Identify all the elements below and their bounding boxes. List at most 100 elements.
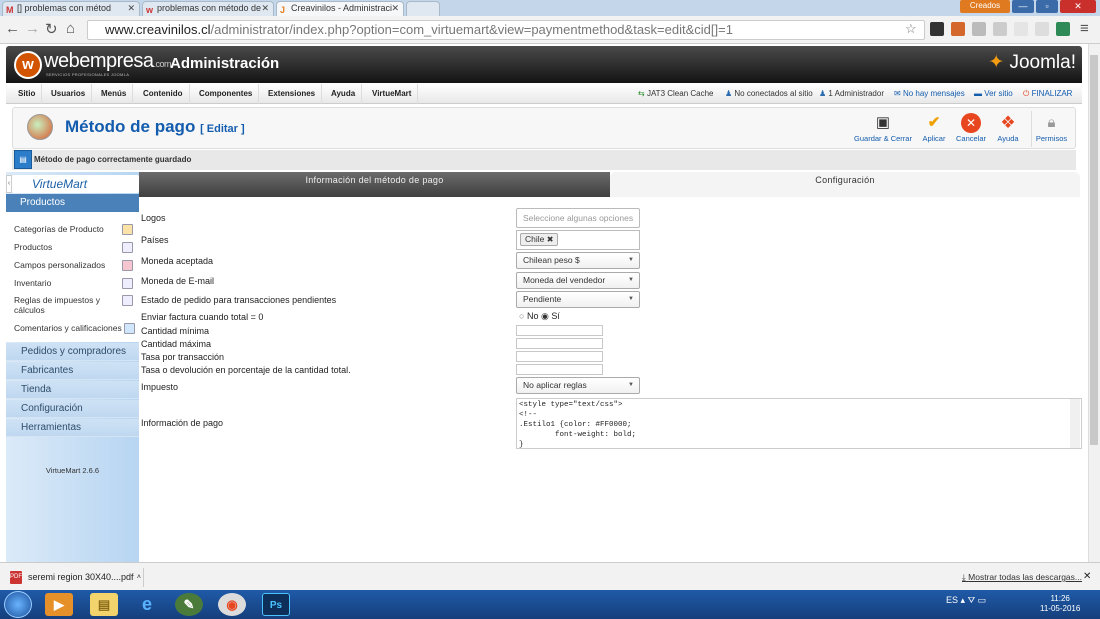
extension-icon[interactable] — [1035, 22, 1049, 36]
language-indicator[interactable]: ES — [946, 595, 958, 605]
email-currency-select[interactable]: Moneda del vendedor ▼ — [516, 272, 640, 289]
photoshop-icon[interactable]: Ps — [262, 593, 290, 616]
calculator-icon — [122, 295, 133, 306]
forward-icon[interactable]: → — [25, 20, 40, 37]
new-tab-button[interactable] — [406, 1, 440, 16]
jat3-clean-cache-link[interactable]: ⇆ JAT3 Clean Cache — [638, 84, 714, 104]
logout-link[interactable]: ⏻ FINALIZAR — [1023, 84, 1072, 104]
sidebar-section-fabricantes[interactable]: Fabricantes — [6, 362, 139, 380]
sidebar-section-tienda[interactable]: Tienda — [6, 381, 139, 399]
sidebar-section-herramientas[interactable]: Herramientas — [6, 419, 139, 437]
sidebar-section-pedidos[interactable]: Pedidos y compradores — [6, 343, 139, 361]
power-icon: ⏻ — [1023, 89, 1030, 98]
browser-tab-forum[interactable]: w problemas con método de ✕ — [142, 1, 274, 16]
file-explorer-icon[interactable]: ▤ — [90, 593, 118, 616]
chevron-up-icon[interactable]: ˄ — [137, 568, 141, 587]
menu-sitio[interactable]: Sitio — [12, 84, 43, 104]
home-icon[interactable]: ⌂ — [66, 20, 75, 37]
mail-icon: ✉ — [894, 89, 901, 98]
app-icon[interactable]: ✎ — [175, 593, 203, 616]
countries-select[interactable]: Chile ✖ — [516, 230, 640, 250]
close-icon[interactable]: ✕ — [261, 2, 269, 15]
remove-chip-icon[interactable]: ✖ — [547, 235, 554, 244]
save-close-button[interactable]: ▣ Guardar & Cerrar — [851, 111, 915, 147]
sidebar-section-configuracion[interactable]: Configuración — [6, 400, 139, 418]
page-subtitle: [ Editar ] — [200, 123, 245, 135]
network-icon[interactable]: ⛛ — [968, 595, 976, 605]
bookmark-star-icon[interactable]: ☆ — [905, 21, 917, 37]
battery-icon[interactable]: ▭ — [978, 595, 987, 605]
browser-tab-gmail[interactable]: M [] problemas con métod ✕ — [2, 1, 140, 16]
permissions-button[interactable]: 🔒︎ Permisos — [1031, 111, 1071, 147]
close-icon[interactable]: ✕ — [127, 2, 135, 15]
extension-icon[interactable] — [930, 22, 944, 36]
sidebar-item-productos[interactable]: Productos — [6, 242, 139, 253]
start-button[interactable] — [4, 591, 32, 618]
view-site-link[interactable]: ▬ Ver sitio — [974, 84, 1013, 104]
menu-extensiones[interactable]: Extensiones — [262, 84, 323, 104]
virtuemart-version: VirtueMart 2.6.6 — [45, 466, 100, 475]
radio-no[interactable]: ○ — [519, 311, 524, 321]
chrome-icon[interactable]: ◉ — [218, 593, 246, 616]
minimize-button[interactable]: — — [1012, 0, 1034, 13]
sidebar-item-comentarios[interactable]: Comentarios y calificaciones — [6, 323, 139, 334]
radio-si[interactable]: ◉ — [541, 311, 549, 321]
currency-label: Moneda aceptada — [141, 256, 214, 266]
payment-method-icon — [27, 114, 53, 140]
apply-button[interactable]: ✔ Aplicar — [919, 111, 949, 147]
currency-select[interactable]: Chilean peso $ ▼ — [516, 252, 640, 269]
pending-status-select[interactable]: Pendiente ▼ — [516, 291, 640, 308]
extension-icon[interactable] — [1056, 22, 1070, 36]
sidebar-item-inventario[interactable]: Inventario — [6, 278, 139, 289]
brand-tagline: SERVICIOS PROFESIONALES JOOMLA — [46, 72, 130, 77]
payment-info-label: Información de pago — [141, 418, 224, 428]
menu-componentes[interactable]: Componentes — [193, 84, 260, 104]
cancel-button[interactable]: ✕ Cancelar — [953, 111, 989, 147]
extension-icon[interactable] — [1014, 22, 1028, 36]
textarea-scrollbar[interactable] — [1070, 399, 1080, 448]
close-window-button[interactable]: ✕ — [1060, 0, 1096, 13]
users-online-status: ♟ No conectados al sitio — [725, 89, 813, 98]
back-icon[interactable]: ← — [5, 20, 20, 37]
transaction-fee-input[interactable] — [516, 351, 603, 362]
percent-fee-input[interactable] — [516, 364, 603, 375]
chevron-down-icon: ▼ — [628, 296, 634, 302]
menu-contenido[interactable]: Contenido — [137, 84, 190, 104]
close-icon[interactable]: ✕ — [391, 2, 399, 15]
maximize-button[interactable]: ▫ — [1036, 0, 1058, 13]
close-icon[interactable]: ✕ — [1083, 571, 1091, 582]
menu-virtuemart[interactable]: VirtueMart — [366, 84, 419, 104]
internet-explorer-icon[interactable]: e — [133, 593, 161, 616]
clock[interactable]: 11:26 11-05-2016 — [1040, 594, 1080, 614]
menu-ayuda[interactable]: Ayuda — [325, 84, 363, 104]
page-scrollbar-thumb[interactable] — [1090, 55, 1098, 445]
pdf-icon: PDF — [10, 571, 22, 584]
browser-tab-admin[interactable]: J Creavinilos - Administraci ✕ — [276, 1, 404, 16]
tray-arrow-icon[interactable]: ▴ — [961, 595, 966, 605]
media-player-icon[interactable]: ▶ — [45, 593, 73, 616]
sidebar-item-categorias[interactable]: Categorías de Producto — [6, 224, 139, 235]
extension-icon[interactable] — [993, 22, 1007, 36]
url-input[interactable]: www.creavinilos.cl/administrator/index.p… — [87, 20, 925, 40]
max-amount-input[interactable] — [516, 338, 603, 349]
min-amount-input[interactable] — [516, 325, 603, 336]
logos-select[interactable]: Seleccione algunas opciones — [516, 208, 640, 228]
help-button[interactable]: ❖ Ayuda — [993, 111, 1023, 147]
extension-icon[interactable] — [951, 22, 965, 36]
tab-configuracion[interactable]: Configuración — [610, 172, 1080, 197]
tab-informacion[interactable]: Información del método de pago — [139, 172, 610, 197]
address-toolbar: ← → ↻ ⌂ www.creavinilos.cl/administrator… — [0, 16, 1100, 44]
show-all-downloads-link[interactable]: ⤓ Mostrar todas las descargas... — [962, 572, 1082, 583]
extension-icon[interactable] — [972, 22, 986, 36]
messages-link[interactable]: ✉ No hay mensajes — [894, 84, 965, 104]
payment-info-textarea[interactable]: <style type="text/css"> <!-- .Estilo1 {c… — [516, 398, 1082, 449]
sidebar-section-productos[interactable]: Productos — [6, 194, 139, 212]
sidebar-item-reglas[interactable]: Reglas de impuestos y cálculos — [6, 295, 133, 315]
menu-icon[interactable]: ≡ — [1080, 20, 1089, 37]
tax-select[interactable]: No aplicar reglas ▼ — [516, 377, 640, 394]
download-item[interactable]: PDF seremi region 30X40....pdf ˄ — [4, 568, 144, 587]
menu-menus[interactable]: Menús — [95, 84, 134, 104]
menu-usuarios[interactable]: Usuarios — [45, 84, 93, 104]
sidebar-item-campos[interactable]: Campos personalizados — [6, 260, 139, 271]
reload-icon[interactable]: ↻ — [45, 20, 58, 38]
